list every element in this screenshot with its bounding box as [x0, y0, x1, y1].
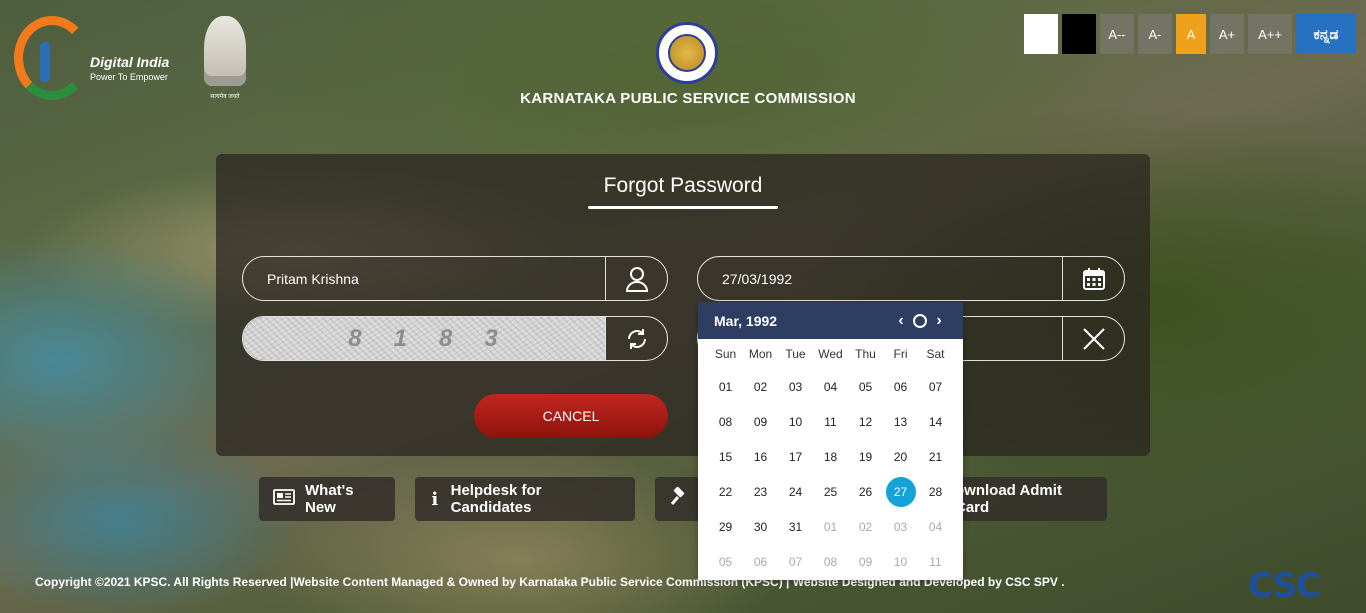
- date-picker: Mar, 1992 ‹ › Sun Mon Tue Wed Thu Fri Sat 01 02 0…: [698, 302, 963, 580]
- close-icon[interactable]: [1062, 317, 1124, 360]
- calendar-day-other-month[interactable]: 09: [848, 544, 883, 579]
- calendar-day-other-month[interactable]: 06: [743, 544, 778, 579]
- calendar-day[interactable]: 29: [708, 509, 743, 544]
- calendar-day[interactable]: 21: [918, 439, 953, 474]
- helpdesk-link[interactable]: i Helpdesk for Candidates: [415, 477, 635, 521]
- calendar-day[interactable]: 08: [708, 404, 743, 439]
- weekday-label: Sun: [714, 347, 737, 361]
- chevron-right-icon[interactable]: ›: [931, 312, 947, 329]
- calendar-day[interactable]: 01: [708, 369, 743, 404]
- calendar-day-other-month[interactable]: 07: [778, 544, 813, 579]
- whats-new-label: What's New: [305, 482, 354, 516]
- weekday-label: Fri: [893, 347, 908, 361]
- calendar-day[interactable]: 31: [778, 509, 813, 544]
- name-value[interactable]: Pritam Krishna: [243, 271, 605, 287]
- calendar-day[interactable]: 06: [883, 369, 918, 404]
- newspaper-icon: [273, 489, 295, 509]
- info-icon: i: [431, 488, 439, 510]
- calendar-day[interactable]: 18: [813, 439, 848, 474]
- calendar-day-other-month[interactable]: 10: [883, 544, 918, 579]
- digital-india-title: Digital India: [90, 54, 170, 70]
- language-kannada-button[interactable]: ಕನ್ನಡ: [1296, 14, 1356, 54]
- org-title: KARNATAKA PUBLIC SERVICE COMMISSION: [520, 90, 856, 107]
- calendar-grid: Sun Mon Tue Wed Thu Fri Sat 01 02 03 04 05 06 07 08 09 1…: [698, 339, 963, 579]
- calendar-day[interactable]: 07: [918, 369, 953, 404]
- calendar-day[interactable]: 20: [883, 439, 918, 474]
- calendar-day-other-month[interactable]: 11: [918, 544, 953, 579]
- calendar-day[interactable]: 16: [743, 439, 778, 474]
- name-field[interactable]: Pritam Krishna: [242, 256, 668, 301]
- weekday-label: Thu: [855, 347, 876, 361]
- helpdesk-label: Helpdesk for Candidates: [450, 482, 542, 516]
- calendar-day[interactable]: 12: [848, 404, 883, 439]
- today-circle-icon[interactable]: [913, 313, 927, 328]
- calendar-day[interactable]: 14: [918, 404, 953, 439]
- user-icon: [605, 257, 667, 300]
- font-smaller-button[interactable]: A-: [1138, 14, 1172, 54]
- calendar-day[interactable]: 05: [848, 369, 883, 404]
- title-underline: [588, 206, 778, 209]
- cancel-button[interactable]: CANCEL: [474, 394, 668, 438]
- calendar-day[interactable]: 28: [918, 474, 953, 509]
- calendar-month-label: Mar, 1992: [714, 312, 778, 329]
- csc-logo: CSC: [1248, 566, 1321, 606]
- emblem-motto: सत्यमेव जयते: [210, 94, 240, 100]
- weekday-label: Wed: [818, 347, 843, 361]
- forgot-password-panel: Forgot Password Pritam Krishna 27/03/199…: [216, 154, 1150, 456]
- calendar-day-selected[interactable]: 27: [883, 474, 918, 509]
- calendar-day[interactable]: 15: [708, 439, 743, 474]
- calendar-day-other-month[interactable]: 08: [813, 544, 848, 579]
- dob-value[interactable]: 27/03/1992: [698, 271, 1062, 287]
- font-largest-button[interactable]: A++: [1248, 14, 1292, 54]
- calendar-day[interactable]: 13: [883, 404, 918, 439]
- theme-black-button[interactable]: [1062, 14, 1096, 54]
- refresh-icon[interactable]: [605, 317, 667, 360]
- weekday-label: Mon: [748, 347, 773, 361]
- kpsc-seal: [656, 22, 718, 84]
- calendar-day[interactable]: 24: [778, 474, 813, 509]
- calendar-day-other-month[interactable]: 01: [813, 509, 848, 544]
- whats-new-link[interactable]: What's New: [259, 477, 395, 521]
- download-admit-card-label: ownload Admit Card: [955, 482, 1062, 516]
- calendar-day[interactable]: 17: [778, 439, 813, 474]
- digital-india-tagline: Power To Empower: [90, 72, 168, 82]
- calendar-day[interactable]: 11: [813, 404, 848, 439]
- calendar-day[interactable]: 26: [848, 474, 883, 509]
- calendar-day[interactable]: 22: [708, 474, 743, 509]
- font-larger-button[interactable]: A+: [1210, 14, 1244, 54]
- theme-white-button[interactable]: [1024, 14, 1058, 54]
- calendar-day[interactable]: 30: [743, 509, 778, 544]
- calendar-day-other-month[interactable]: 04: [918, 509, 953, 544]
- calendar-day-other-month[interactable]: 05: [708, 544, 743, 579]
- calendar-day[interactable]: 03: [778, 369, 813, 404]
- gavel-icon: [669, 486, 689, 511]
- emblem-icon: [204, 16, 246, 86]
- captcha-field: 8 1 8 3: [242, 316, 668, 361]
- captcha-image: 8 1 8 3: [243, 317, 605, 360]
- weekday-label: Sat: [926, 347, 945, 361]
- calendar-day[interactable]: 02: [743, 369, 778, 404]
- dob-field[interactable]: 27/03/1992: [697, 256, 1125, 301]
- font-normal-button[interactable]: A: [1176, 14, 1206, 54]
- calendar-day[interactable]: 23: [743, 474, 778, 509]
- calendar-header: Mar, 1992 ‹ ›: [698, 302, 963, 339]
- national-emblem: सत्यमेव जयते: [200, 14, 250, 104]
- panel-title: Forgot Password: [603, 174, 763, 197]
- digital-india-circle-icon: [14, 16, 90, 100]
- calendar-day[interactable]: 19: [848, 439, 883, 474]
- accessibility-bar: A-- A- A A+ A++ ಕನ್ನಡ: [1024, 14, 1356, 54]
- calendar-day[interactable]: 25: [813, 474, 848, 509]
- font-smallest-button[interactable]: A--: [1100, 14, 1134, 54]
- chevron-left-icon[interactable]: ‹: [893, 312, 909, 329]
- calendar-day-other-month[interactable]: 02: [848, 509, 883, 544]
- calendar-day[interactable]: 04: [813, 369, 848, 404]
- weekday-label: Tue: [785, 347, 806, 361]
- calendar-day[interactable]: 09: [743, 404, 778, 439]
- calendar-day-other-month[interactable]: 03: [883, 509, 918, 544]
- calendar-icon[interactable]: [1062, 257, 1124, 300]
- seal-icon: [668, 34, 706, 72]
- calendar-day[interactable]: 10: [778, 404, 813, 439]
- digital-india-logo: Digital India Power To Empower: [14, 14, 184, 104]
